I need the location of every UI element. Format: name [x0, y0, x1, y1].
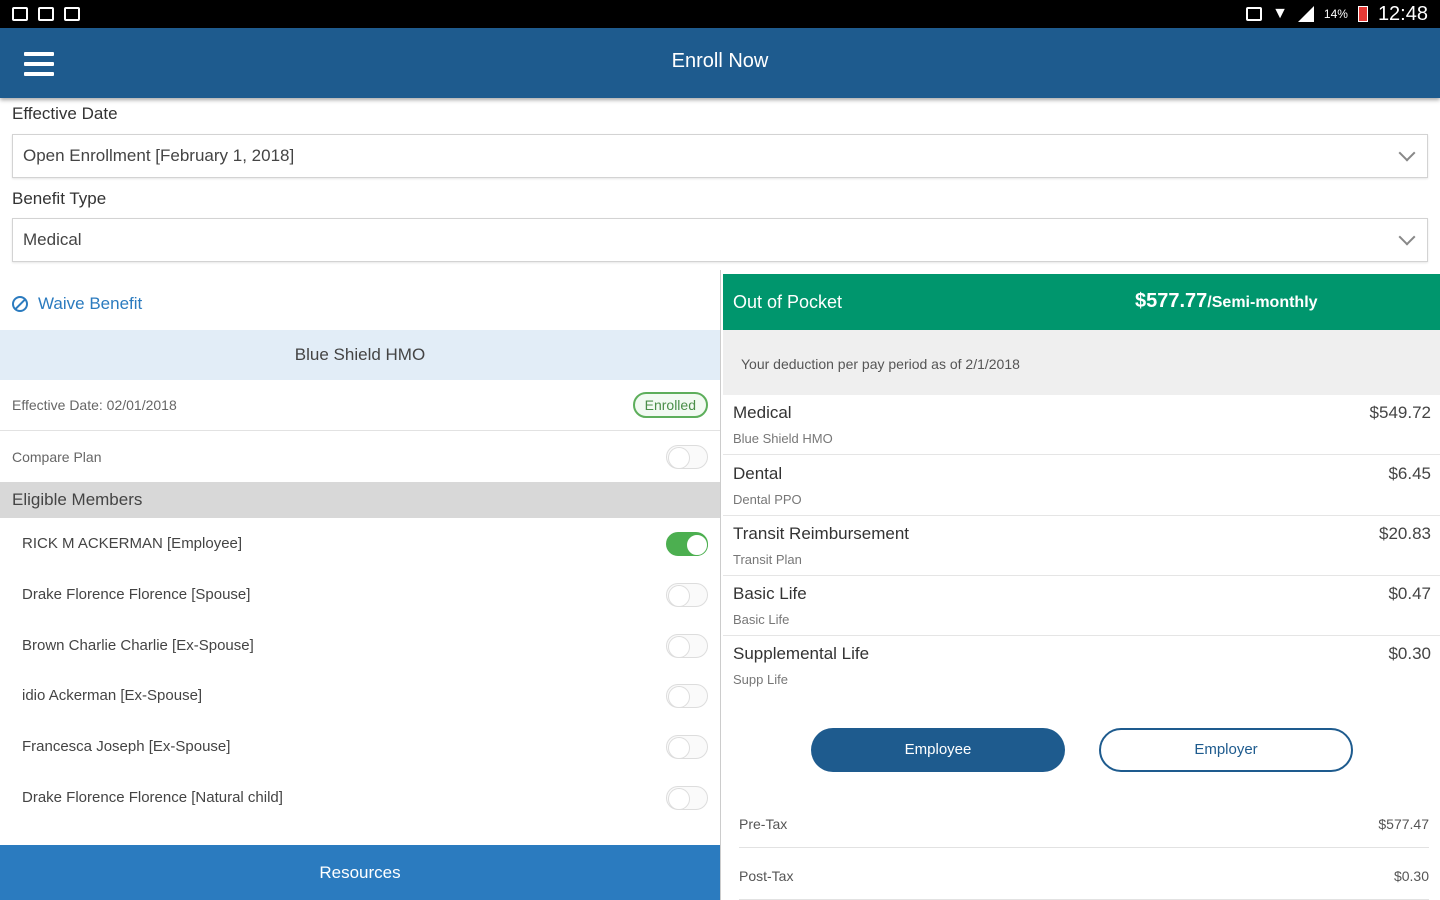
compare-plan-toggle[interactable] — [666, 445, 708, 469]
eligible-members-header: Eligible Members — [0, 482, 720, 518]
deduction-amount: $6.45 — [1388, 464, 1431, 483]
status-bar-left-icons — [12, 7, 80, 21]
signal-icon — [1297, 6, 1314, 22]
app-bar: Enroll Now — [0, 28, 1440, 98]
wifi-icon: ▼ — [1272, 5, 1288, 22]
plan-effective-row: Effective Date: 02/01/2018 Enrolled — [0, 380, 720, 431]
chevron-down-icon — [1398, 144, 1416, 162]
deduction-plan: Basic Life — [733, 612, 790, 627]
benefit-type-value: Medical — [23, 230, 82, 249]
nfc-icon — [1246, 7, 1263, 21]
resources-button[interactable]: Resources — [0, 845, 720, 900]
benefit-type-select[interactable]: Medical — [12, 218, 1428, 262]
plan-name-header: Blue Shield HMO — [0, 330, 720, 380]
compare-plan-row: Compare Plan — [0, 432, 720, 483]
member-toggle[interactable] — [666, 582, 708, 607]
deduction-plan: Dental PPO — [733, 492, 802, 507]
notification-icon — [12, 7, 28, 21]
page-title: Enroll Now — [671, 50, 769, 72]
deduction-amount: $0.30 — [1388, 644, 1431, 663]
plan-panel: Waive Benefit Blue Shield HMO Effective … — [0, 270, 720, 845]
battery-percent: 14% — [1323, 7, 1348, 21]
member-toggle[interactable] — [666, 683, 708, 708]
effective-date-label: Effective Date — [12, 104, 118, 123]
member-row: Brown Charlie Charlie [Ex-Spouse] — [0, 620, 720, 671]
deduction-row: Dental Dental PPO $6.45 — [723, 456, 1440, 516]
deduction-name: Basic Life — [733, 584, 807, 603]
member-row: idio Ackerman [Ex-Spouse] — [0, 670, 720, 721]
battery-icon — [1357, 6, 1368, 22]
out-of-pocket-header: Out of Pocket $577.77/Semi-monthly — [723, 274, 1440, 330]
tax-label: Post-Tax — [739, 868, 794, 884]
deduction-amount: $20.83 — [1379, 524, 1431, 543]
effective-date-select[interactable]: Open Enrollment [February 1, 2018] — [12, 134, 1428, 178]
member-name: Drake Florence Florence [Natural child] — [22, 789, 283, 806]
member-toggle[interactable] — [666, 531, 708, 556]
deduction-name: Dental — [733, 464, 783, 483]
deduction-name: Medical — [733, 403, 792, 422]
deduction-row: Medical Blue Shield HMO $549.72 — [723, 395, 1440, 455]
deduction-plan: Transit Plan — [733, 552, 802, 567]
clock: 12:48 — [1377, 2, 1428, 25]
member-name: idio Ackerman [Ex-Spouse] — [22, 687, 203, 704]
block-icon — [12, 296, 28, 312]
deduction-note: Your deduction per pay period as of 2/1/… — [723, 330, 1440, 395]
effective-date-value: Open Enrollment [February 1, 2018] — [23, 146, 295, 165]
member-name: Brown Charlie Charlie [Ex-Spouse] — [22, 637, 254, 654]
tax-amount: $0.30 — [1393, 868, 1429, 884]
status-bar: ▼ 14% 12:48 — [0, 0, 1440, 28]
member-name: Francesca Joseph [Ex-Spouse] — [22, 738, 231, 755]
oop-amount-value: $577.77 — [1135, 290, 1208, 312]
deduction-row: Supplemental Life Supp Life $0.30 — [723, 636, 1440, 696]
member-toggle[interactable] — [666, 633, 708, 658]
out-of-pocket-label: Out of Pocket — [733, 292, 843, 312]
member-row: Drake Florence Florence [Natural child] — [0, 772, 720, 823]
member-row: Drake Florence Florence [Spouse] — [0, 569, 720, 620]
deduction-plan: Supp Life — [733, 672, 788, 687]
out-of-pocket-amount: $577.77/Semi-monthly — [1135, 290, 1318, 313]
member-name: Drake Florence Florence [Spouse] — [22, 586, 251, 603]
member-toggle[interactable] — [666, 785, 708, 810]
member-toggle[interactable] — [666, 734, 708, 759]
benefit-type-label: Benefit Type — [12, 189, 107, 208]
deduction-plan: Blue Shield HMO — [733, 431, 833, 446]
member-row: RICK M ACKERMAN [Employee] — [0, 518, 720, 569]
cost-summary-panel: Out of Pocket $577.77/Semi-monthly Your … — [720, 270, 1440, 900]
deduction-amount: $549.72 — [1369, 403, 1431, 422]
status-badge: Enrolled — [632, 392, 708, 418]
plan-effective-date: Effective Date: 02/01/2018 — [12, 397, 177, 413]
tax-amount: $577.47 — [1378, 816, 1429, 832]
member-row: Francesca Joseph [Ex-Spouse] — [0, 721, 720, 772]
tax-row: Post-Tax $0.30 — [739, 848, 1429, 900]
tax-row: Pre-Tax $577.47 — [739, 796, 1429, 848]
notification-icon — [38, 7, 54, 21]
deduction-amount: $0.47 — [1388, 584, 1431, 603]
deduction-name: Transit Reimbursement — [733, 524, 910, 543]
employee-button[interactable]: Employee — [811, 728, 1065, 772]
status-bar-right: ▼ 14% 12:48 — [1246, 3, 1428, 26]
chevron-down-icon — [1398, 228, 1416, 246]
employer-button[interactable]: Employer — [1099, 728, 1353, 772]
waive-benefit-label: Waive Benefit — [38, 294, 143, 313]
compare-plan-label: Compare Plan — [12, 449, 102, 465]
deduction-row: Transit Reimbursement Transit Plan $20.8… — [723, 516, 1440, 576]
member-name: RICK M ACKERMAN [Employee] — [22, 535, 243, 552]
deduction-row: Basic Life Basic Life $0.47 — [723, 576, 1440, 636]
notification-icon — [64, 7, 80, 21]
oop-period: /Semi-monthly — [1207, 294, 1318, 311]
tax-label: Pre-Tax — [739, 816, 788, 832]
deduction-name: Supplemental Life — [733, 644, 870, 663]
waive-benefit-link[interactable]: Waive Benefit — [12, 294, 142, 314]
